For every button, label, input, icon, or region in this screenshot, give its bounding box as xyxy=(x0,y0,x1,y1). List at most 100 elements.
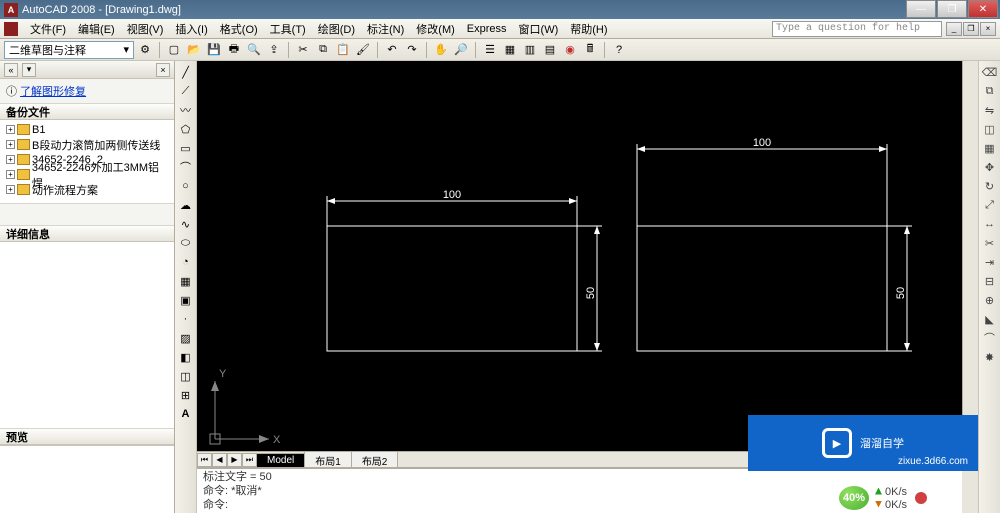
polygon-icon[interactable]: ⬠ xyxy=(177,120,195,138)
menu-file[interactable]: 文件(F) xyxy=(24,19,72,39)
circle-icon[interactable]: ○ xyxy=(177,177,195,195)
tab-prev-icon[interactable]: ◀ xyxy=(212,453,227,467)
extend-icon[interactable]: ⇥ xyxy=(981,253,999,271)
doc-minimize-button[interactable]: _ xyxy=(946,22,962,36)
sheet-icon[interactable]: ▤ xyxy=(541,41,559,59)
arc-icon[interactable]: ⌒ xyxy=(177,158,195,176)
download-toggle-icon[interactable] xyxy=(913,490,929,506)
undo-icon[interactable]: ↶ xyxy=(383,41,401,59)
insert-icon[interactable]: ▦ xyxy=(177,272,195,290)
maximize-button[interactable]: ❐ xyxy=(937,0,967,18)
region-icon[interactable]: ◫ xyxy=(177,367,195,385)
ellipse-icon[interactable]: ⬭ xyxy=(177,234,195,252)
menu-view[interactable]: 视图(V) xyxy=(121,19,170,39)
scale-icon[interactable]: ⤢ xyxy=(981,196,999,214)
menu-insert[interactable]: 插入(I) xyxy=(169,19,213,39)
revcloud-icon[interactable]: ☁ xyxy=(177,196,195,214)
join-icon[interactable]: ⊕ xyxy=(981,291,999,309)
match-icon[interactable]: 🖌 xyxy=(354,41,372,59)
expand-icon[interactable]: + xyxy=(6,155,15,164)
fillet-icon[interactable]: ⌒ xyxy=(981,329,999,347)
expand-icon[interactable]: + xyxy=(6,140,15,149)
mirror-icon[interactable]: ⇋ xyxy=(981,101,999,119)
cut-icon[interactable]: ✂ xyxy=(294,41,312,59)
new-icon[interactable]: ▢ xyxy=(165,41,183,59)
doc-restore-button[interactable]: ❐ xyxy=(963,22,979,36)
panel-close-icon[interactable]: × xyxy=(156,63,170,77)
redo-icon[interactable]: ↷ xyxy=(403,41,421,59)
menu-express[interactable]: Express xyxy=(461,21,513,37)
offset-icon[interactable]: ◫ xyxy=(981,120,999,138)
trim-icon[interactable]: ✂ xyxy=(981,234,999,252)
workspace-settings-icon[interactable]: ⚙ xyxy=(136,41,154,59)
open-icon[interactable]: 📂 xyxy=(185,41,203,59)
menu-format[interactable]: 格式(O) xyxy=(214,19,264,39)
menu-dimension[interactable]: 标注(N) xyxy=(361,19,410,39)
tab-first-icon[interactable]: ⏮ xyxy=(197,453,212,467)
copy-icon[interactable]: ⧉ xyxy=(314,41,332,59)
menu-help[interactable]: 帮助(H) xyxy=(564,19,613,39)
minimize-button[interactable]: — xyxy=(906,0,936,18)
download-badge[interactable]: 40% xyxy=(837,484,871,512)
array-icon[interactable]: ▦ xyxy=(981,139,999,157)
menu-tools[interactable]: 工具(T) xyxy=(264,19,312,39)
break-icon[interactable]: ⊟ xyxy=(981,272,999,290)
tree-item[interactable]: +34652-2246外加工3MM铝焊. xyxy=(4,167,174,182)
workspace-combo[interactable]: 二维草图与注释 ▾ xyxy=(4,41,134,59)
calc-icon[interactable]: 🖩 xyxy=(581,41,599,59)
cmd-scrollbar[interactable] xyxy=(962,469,978,513)
tab-layout2[interactable]: 布局2 xyxy=(351,451,399,469)
explode-icon[interactable]: ✸ xyxy=(981,348,999,366)
menu-modify[interactable]: 修改(M) xyxy=(410,19,461,39)
chamfer-icon[interactable]: ◣ xyxy=(981,310,999,328)
rotate-icon[interactable]: ↻ xyxy=(981,177,999,195)
hatch-icon[interactable]: ▨ xyxy=(177,329,195,347)
panel-menu-icon[interactable]: ▾ xyxy=(22,63,36,77)
paste-icon[interactable]: 📋 xyxy=(334,41,352,59)
expand-icon[interactable]: + xyxy=(6,170,15,179)
ellipse-arc-icon[interactable]: ◔ xyxy=(177,253,195,271)
point-icon[interactable]: · xyxy=(177,310,195,328)
tree-item[interactable]: +B1 xyxy=(4,122,174,137)
tab-next-icon[interactable]: ▶ xyxy=(227,453,242,467)
tab-model[interactable]: Model xyxy=(256,453,305,467)
panel-collapse-icon[interactable]: « xyxy=(4,63,18,77)
tab-layout1[interactable]: 布局1 xyxy=(304,451,352,469)
spline-icon[interactable]: ∿ xyxy=(177,215,195,233)
toolpalette-icon[interactable]: ▥ xyxy=(521,41,539,59)
vertical-scrollbar[interactable] xyxy=(962,61,978,451)
tree-item[interactable]: +B段动力滚筒加两侧传送线 xyxy=(4,137,174,152)
make-block-icon[interactable]: ▣ xyxy=(177,291,195,309)
gradient-icon[interactable]: ◧ xyxy=(177,348,195,366)
table-icon[interactable]: ⊞ xyxy=(177,386,195,404)
tab-last-icon[interactable]: ⏭ xyxy=(242,453,257,467)
erase-icon[interactable]: ⌫ xyxy=(981,63,999,81)
move-icon[interactable]: ✥ xyxy=(981,158,999,176)
xline-icon[interactable]: ⟋ xyxy=(177,82,195,100)
help-icon[interactable]: ? xyxy=(610,41,628,59)
expand-icon[interactable]: + xyxy=(6,185,15,194)
copy-obj-icon[interactable]: ⧉ xyxy=(981,82,999,100)
drawing-canvas[interactable]: 100 50 100 xyxy=(197,61,962,451)
doc-close-button[interactable]: × xyxy=(980,22,996,36)
polyline-icon[interactable]: 〰 xyxy=(177,101,195,119)
properties-icon[interactable]: ☰ xyxy=(481,41,499,59)
help-search-input[interactable]: Type a question for help xyxy=(772,21,942,37)
learn-recovery-link[interactable]: 了解图形修复 xyxy=(20,86,86,98)
pan-icon[interactable]: ✋ xyxy=(432,41,450,59)
stretch-icon[interactable]: ↔ xyxy=(981,215,999,233)
plot-icon[interactable]: 🖶 xyxy=(225,41,243,59)
close-button[interactable]: ✕ xyxy=(968,0,998,18)
save-icon[interactable]: 💾 xyxy=(205,41,223,59)
line-icon[interactable]: ╱ xyxy=(177,63,195,81)
preview-icon[interactable]: 🔍 xyxy=(245,41,263,59)
rectangle-icon[interactable]: ▭ xyxy=(177,139,195,157)
mtext-icon[interactable]: A xyxy=(177,405,195,423)
zoom-icon[interactable]: 🔎 xyxy=(452,41,470,59)
menu-edit[interactable]: 编辑(E) xyxy=(72,19,121,39)
expand-icon[interactable]: + xyxy=(6,125,15,134)
menu-window[interactable]: 窗口(W) xyxy=(513,19,565,39)
menu-draw[interactable]: 绘图(D) xyxy=(312,19,361,39)
publish-icon[interactable]: ⇪ xyxy=(265,41,283,59)
designcenter-icon[interactable]: ▦ xyxy=(501,41,519,59)
